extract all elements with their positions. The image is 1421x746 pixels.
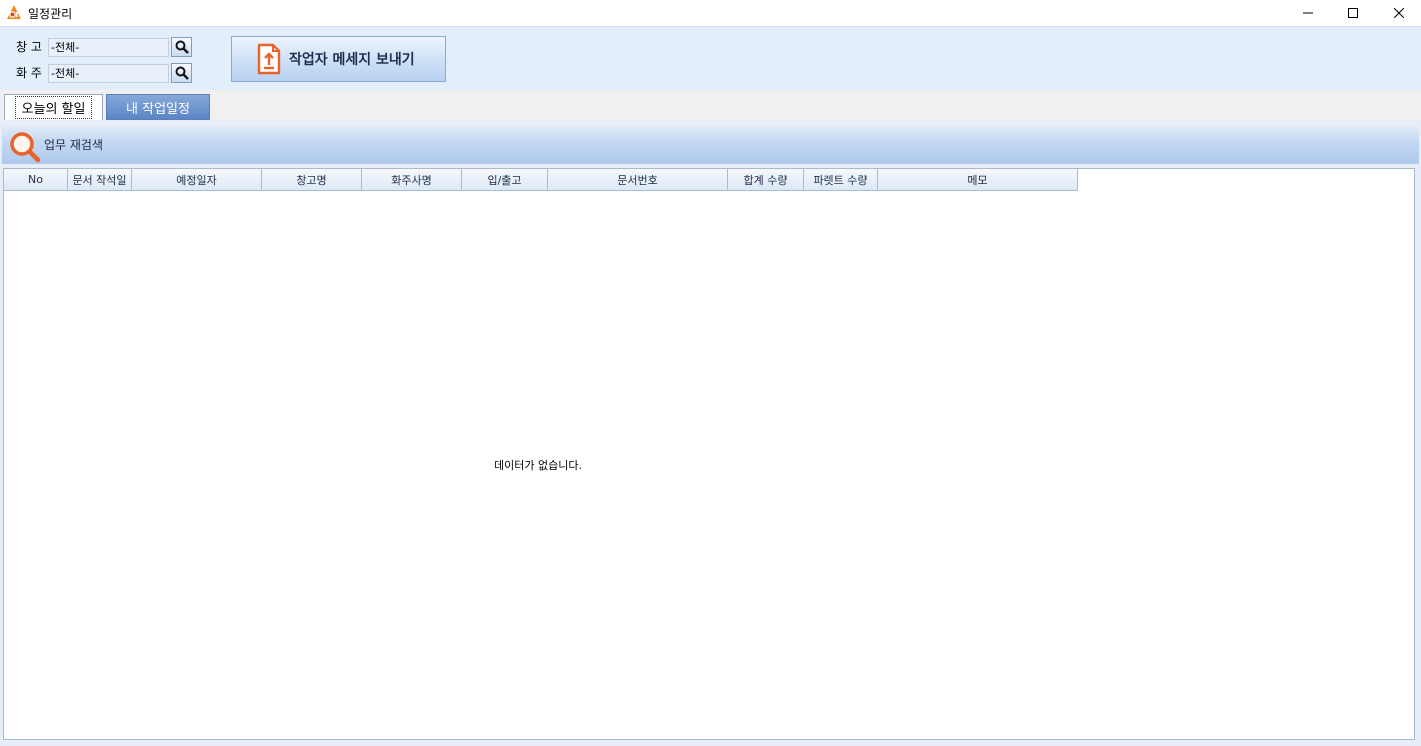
upload-document-icon [257, 43, 281, 75]
window-title: 일정관리 [28, 7, 73, 21]
tab-label: 오늘의 할일 [14, 96, 93, 119]
research-panel-header[interactable]: 업무 재검색 [2, 122, 1419, 164]
minimize-button[interactable] [1285, 0, 1331, 26]
shipper-field[interactable]: -전체- [48, 64, 169, 83]
column-header-pallet-qty[interactable]: 파렛트 수량 [804, 169, 878, 191]
column-header-total-qty[interactable]: 합계 수량 [728, 169, 804, 191]
shipper-search-button[interactable] [171, 63, 192, 83]
column-header-doc-number[interactable]: 문서번호 [548, 169, 728, 191]
column-header-memo[interactable]: 메모 [878, 169, 1078, 191]
search-icon [175, 66, 189, 80]
search-icon [175, 40, 189, 54]
tab-label: 내 작업일정 [126, 101, 190, 117]
close-icon [1394, 8, 1404, 18]
title-bar: 일정관리 [0, 0, 1421, 26]
app-logo-icon [7, 5, 21, 19]
column-header-warehouse[interactable]: 창고명 [262, 169, 362, 191]
column-header-scheduled-date[interactable]: 예정일자 [132, 169, 262, 191]
warehouse-search-button[interactable] [171, 37, 192, 57]
tab-today-tasks[interactable]: 오늘의 할일 [4, 94, 103, 120]
minimize-icon [1303, 12, 1313, 14]
column-header-shipper[interactable]: 화주사명 [362, 169, 462, 191]
schedule-grid[interactable]: No 문서 작석일 예정일자 창고명 화주사명 입/출고 문서번호 합계 수량 … [3, 168, 1415, 740]
maximize-button[interactable] [1330, 0, 1376, 26]
send-message-label: 작업자 메세지 보내기 [289, 52, 415, 68]
magnifier-icon [10, 132, 41, 163]
shipper-label: 화 주 [16, 66, 42, 80]
warehouse-field[interactable]: -전체- [48, 38, 169, 57]
filter-toolbar: 창 고 -전체- 화 주 -전체- 작업자 메세지 보내기 [0, 26, 1421, 90]
send-worker-message-button[interactable]: 작업자 메세지 보내기 [231, 36, 446, 82]
maximize-icon [1348, 8, 1358, 18]
warehouse-label: 창 고 [16, 40, 42, 54]
tab-strip: 오늘의 할일 내 작업일정 [0, 90, 1421, 120]
close-button[interactable] [1376, 0, 1421, 26]
empty-message: 데이터가 없습니다. [494, 459, 582, 472]
research-label: 업무 재검색 [44, 138, 104, 152]
column-header-doc-created[interactable]: 문서 작석일 [68, 169, 132, 191]
column-header-no[interactable]: No [4, 169, 68, 191]
tab-my-schedule[interactable]: 내 작업일정 [106, 94, 210, 120]
tab-content: 업무 재검색 No 문서 작석일 예정일자 창고명 화주사명 입/출고 문서번호… [0, 120, 1421, 746]
column-header-in-out[interactable]: 입/출고 [462, 169, 548, 191]
